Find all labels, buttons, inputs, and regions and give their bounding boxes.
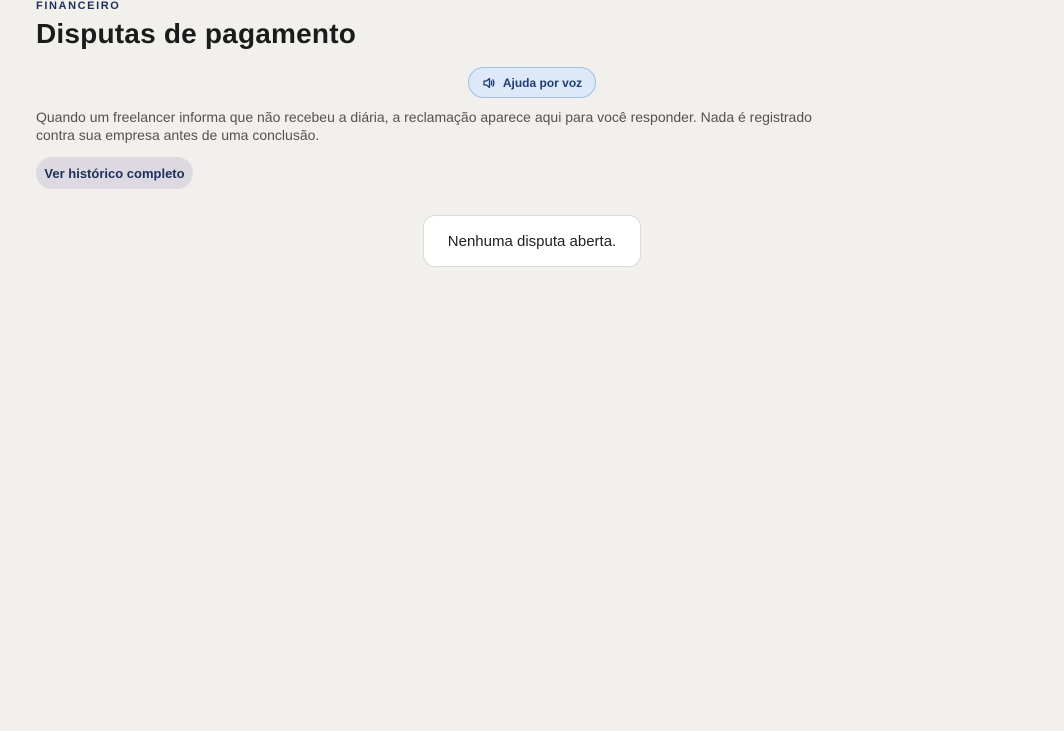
view-full-history-button[interactable]: Ver histórico completo: [36, 157, 193, 189]
section-eyebrow: FINANCEIRO: [36, 0, 121, 12]
speaker-icon: [482, 76, 496, 90]
view-full-history-label: Ver histórico completo: [44, 165, 185, 181]
page-description: Quando um freelancer informa que não rec…: [36, 109, 812, 143]
empty-state-message: Nenhuma disputa aberta.: [447, 232, 617, 250]
empty-state-card: Nenhuma disputa aberta.: [423, 215, 641, 267]
page-title: Disputas de pagamento: [36, 18, 357, 49]
voice-help-button[interactable]: Ajuda por voz: [468, 67, 596, 98]
payment-disputes-page: FINANCEIRO Disputas de pagamento Ajuda p…: [0, 0, 1064, 731]
voice-help-label: Ajuda por voz: [502, 75, 583, 90]
